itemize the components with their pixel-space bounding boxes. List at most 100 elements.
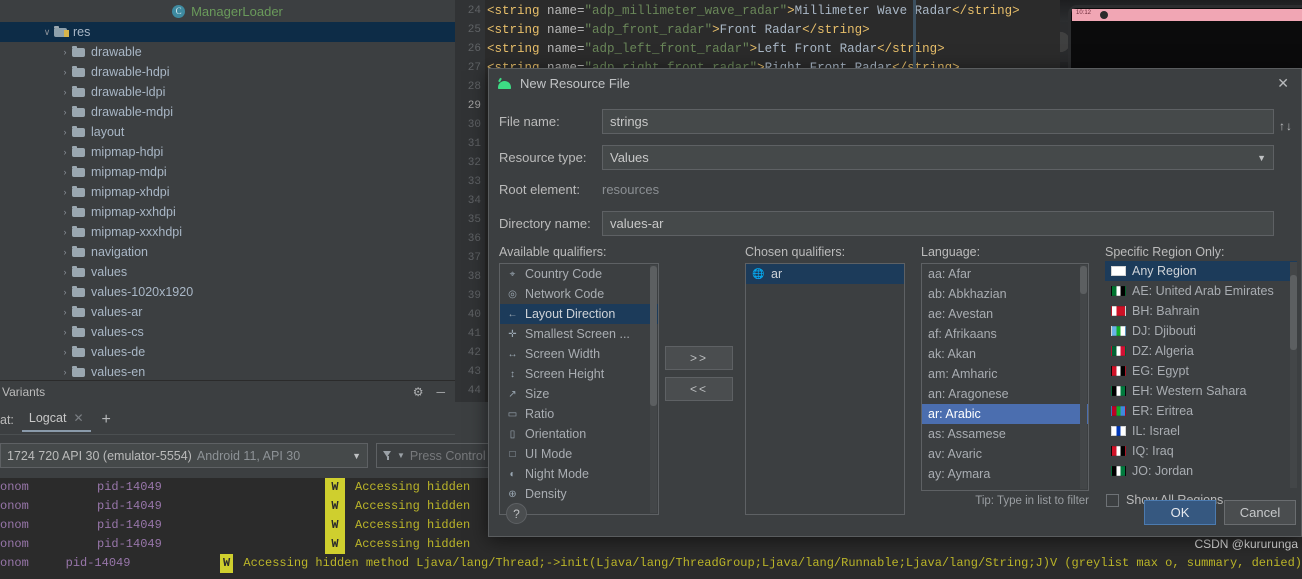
- language-item[interactable]: ay: Aymara: [922, 464, 1088, 484]
- available-qualifiers-list[interactable]: ⌖ Country Code ◎ Network Code ← Layout Direct…: [499, 263, 659, 515]
- chosen-qualifiers-list[interactable]: 🌐 ar: [745, 263, 905, 515]
- language-item[interactable]: am: Amharic: [922, 364, 1088, 384]
- tree-item-values-de[interactable]: › values-de: [0, 342, 455, 362]
- scrollbar-thumb[interactable]: [1080, 266, 1087, 294]
- scrollbar-track[interactable]: [1080, 265, 1087, 489]
- chevron-down-icon[interactable]: ▼: [352, 451, 361, 461]
- chevron-right-icon[interactable]: ›: [58, 127, 72, 137]
- language-item[interactable]: ak: Akan: [922, 344, 1088, 364]
- tree-item-res[interactable]: ∨ res: [0, 22, 455, 42]
- qualifier-item[interactable]: ↔ Screen Width: [500, 344, 658, 364]
- chevron-right-icon[interactable]: ›: [58, 167, 72, 177]
- region-item[interactable]: DJ: Djibouti: [1105, 321, 1297, 341]
- language-item[interactable]: ae: Avestan: [922, 304, 1088, 324]
- tree-item-drawable-hdpi[interactable]: › drawable-hdpi: [0, 62, 455, 82]
- tree-item-mipmap-hdpi[interactable]: › mipmap-hdpi: [0, 142, 455, 162]
- tree-item-mipmap-xxhdpi[interactable]: › mipmap-xxhdpi: [0, 202, 455, 222]
- logcat-filter-input[interactable]: ▼ Press Control: [376, 443, 494, 468]
- chevron-right-icon[interactable]: ›: [58, 107, 72, 117]
- qualifier-item[interactable]: ✛ Smallest Screen ...: [500, 324, 658, 344]
- add-tab-icon[interactable]: +: [102, 412, 111, 428]
- scrollbar-thumb[interactable]: [1290, 275, 1297, 350]
- tree-item-drawable[interactable]: › drawable: [0, 42, 455, 62]
- region-list[interactable]: Any Region AE: United Arab Emirates BH: Ba…: [1105, 261, 1297, 489]
- tree-item-mipmap-xxxhdpi[interactable]: › mipmap-xxxhdpi: [0, 222, 455, 242]
- region-item[interactable]: EH: Western Sahara: [1105, 381, 1297, 401]
- swap-arrows-icon[interactable]: ↑↓: [1279, 119, 1293, 133]
- language-list[interactable]: aa: Afar ab: Abkhazian ae: Avestan af: Afri…: [921, 263, 1089, 491]
- region-item[interactable]: Any Region: [1105, 261, 1297, 281]
- move-right-button[interactable]: >>: [665, 346, 733, 370]
- tree-item-values-cs[interactable]: › values-cs: [0, 322, 455, 342]
- region-item[interactable]: JO: Jordan: [1105, 461, 1297, 481]
- tree-item-mipmap-mdpi[interactable]: › mipmap-mdpi: [0, 162, 455, 182]
- chevron-right-icon[interactable]: ›: [58, 67, 72, 77]
- region-item[interactable]: IL: Israel: [1105, 421, 1297, 441]
- language-item[interactable]: aa: Afar: [922, 264, 1088, 284]
- minimize-icon[interactable]: ─: [436, 385, 445, 399]
- tree-item-drawable-mdpi[interactable]: › drawable-mdpi: [0, 102, 455, 122]
- tree-item-values-ar[interactable]: › values-ar: [0, 302, 455, 322]
- tree-item-mipmap-xhdpi[interactable]: › mipmap-xhdpi: [0, 182, 455, 202]
- directory-name-input[interactable]: values-ar: [602, 211, 1274, 236]
- close-icon[interactable]: ✕: [73, 411, 83, 425]
- language-item[interactable]: as: Assamese: [922, 424, 1088, 444]
- chosen-qualifier-item[interactable]: 🌐 ar: [746, 264, 904, 284]
- qualifier-item[interactable]: ↕ Screen Height: [500, 364, 658, 384]
- language-item[interactable]: ar: Arabic: [922, 404, 1088, 424]
- qualifier-item[interactable]: ◎ Network Code: [500, 284, 658, 304]
- chevron-down-icon[interactable]: ▼: [1257, 153, 1266, 163]
- tree-item-values[interactable]: › values: [0, 262, 455, 282]
- region-item[interactable]: BH: Bahrain: [1105, 301, 1297, 321]
- region-item[interactable]: ER: Eritrea: [1105, 401, 1297, 421]
- file-name-input[interactable]: strings: [602, 109, 1274, 134]
- gear-icon[interactable]: ⚙: [413, 385, 424, 399]
- chevron-right-icon[interactable]: ›: [58, 267, 72, 277]
- chevron-right-icon[interactable]: ›: [58, 207, 72, 217]
- chevron-down-icon[interactable]: ∨: [40, 27, 54, 38]
- tree-item-values-en[interactable]: › values-en: [0, 362, 455, 382]
- chevron-right-icon[interactable]: ›: [58, 47, 72, 57]
- device-select[interactable]: 1724 720 API 30 (emulator-5554) Android …: [0, 443, 368, 468]
- chevron-right-icon[interactable]: ›: [58, 327, 72, 337]
- qualifier-item[interactable]: ▯ Orientation: [500, 424, 658, 444]
- chevron-right-icon[interactable]: ›: [58, 347, 72, 357]
- chevron-right-icon[interactable]: ›: [58, 287, 72, 297]
- region-item[interactable]: EG: Egypt: [1105, 361, 1297, 381]
- editor-code[interactable]: <string name="adp_millimeter_wave_radar"…: [487, 2, 1050, 78]
- chevron-right-icon[interactable]: ›: [58, 307, 72, 317]
- scrollbar-thumb[interactable]: [650, 266, 657, 406]
- region-item[interactable]: AE: United Arab Emirates: [1105, 281, 1297, 301]
- chevron-right-icon[interactable]: ›: [58, 227, 72, 237]
- language-item[interactable]: ab: Abkhazian: [922, 284, 1088, 304]
- qualifier-item[interactable]: ⊕ Density: [500, 484, 658, 504]
- tab-logcat[interactable]: Logcat ✕: [21, 408, 91, 432]
- chevron-right-icon[interactable]: ›: [58, 367, 72, 377]
- chevron-right-icon[interactable]: ›: [58, 247, 72, 257]
- region-item[interactable]: DZ: Algeria: [1105, 341, 1297, 361]
- project-tab-managerloader[interactable]: C ManagerLoader: [0, 0, 455, 22]
- chevron-right-icon[interactable]: ›: [58, 147, 72, 157]
- move-left-button[interactable]: <<: [665, 377, 733, 401]
- qualifier-item[interactable]: ◐ Night Mode: [500, 464, 658, 484]
- resource-type-select[interactable]: Values ▼: [602, 145, 1274, 170]
- cancel-button[interactable]: Cancel: [1224, 500, 1296, 525]
- qualifier-item[interactable]: ⌖ Country Code: [500, 264, 658, 284]
- language-item[interactable]: an: Aragonese: [922, 384, 1088, 404]
- chevron-right-icon[interactable]: ›: [58, 87, 72, 97]
- chevron-right-icon[interactable]: ›: [58, 187, 72, 197]
- language-item[interactable]: af: Afrikaans: [922, 324, 1088, 344]
- region-item[interactable]: IQ: Iraq: [1105, 441, 1297, 461]
- help-button[interactable]: ?: [506, 503, 527, 524]
- tree-item-drawable-ldpi[interactable]: › drawable-ldpi: [0, 82, 455, 102]
- tree-item-navigation[interactable]: › navigation: [0, 242, 455, 262]
- qualifier-item[interactable]: ↗ Size: [500, 384, 658, 404]
- qualifier-item[interactable]: ← Layout Direction: [500, 304, 658, 324]
- qualifier-item[interactable]: □ UI Mode: [500, 444, 658, 464]
- tree-item-layout[interactable]: › layout: [0, 122, 455, 142]
- ok-button[interactable]: OK: [1144, 500, 1216, 525]
- language-item[interactable]: av: Avaric: [922, 444, 1088, 464]
- tree-item-values-1020x1920[interactable]: › values-1020x1920: [0, 282, 455, 302]
- qualifier-item[interactable]: ▭ Ratio: [500, 404, 658, 424]
- close-icon[interactable]: ✕: [1273, 75, 1293, 92]
